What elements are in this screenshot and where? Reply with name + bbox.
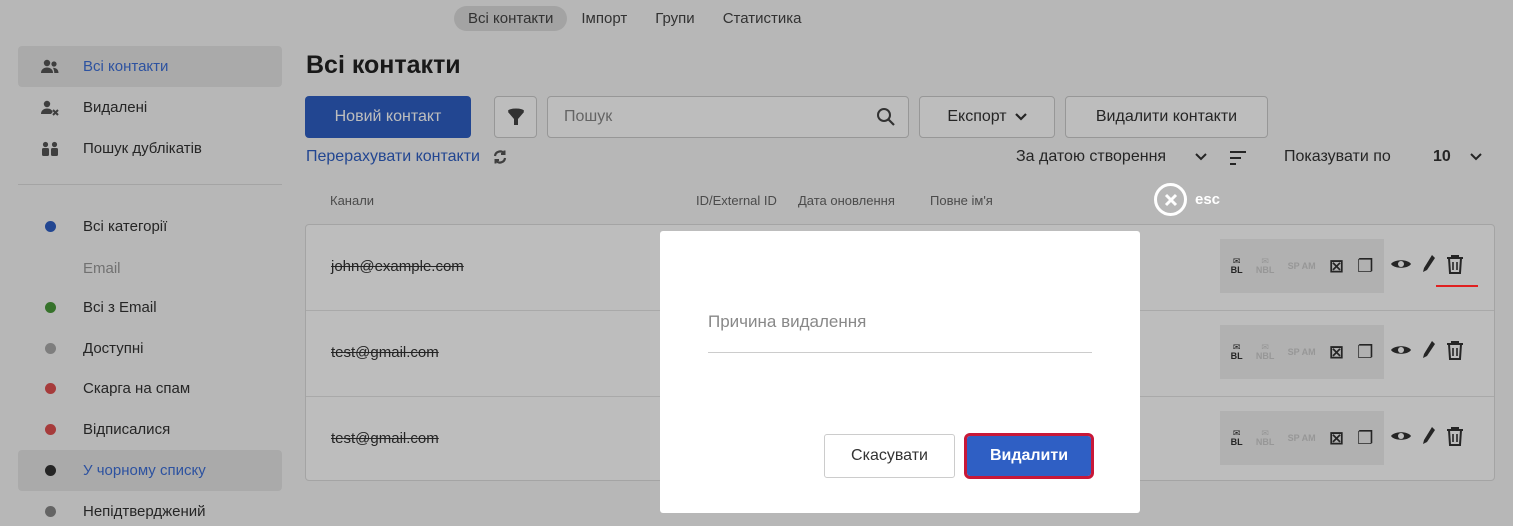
cancel-button[interactable]: Скасувати [824,434,955,478]
delete-reason-dialog: Скасувати Видалити [660,231,1140,513]
deletion-reason-input[interactable] [708,291,1092,353]
close-modal-button[interactable]: esc [1154,183,1220,216]
confirm-delete-button[interactable]: Видалити [964,433,1094,479]
close-icon [1154,183,1187,216]
trash-highlight-underline [1436,285,1478,287]
esc-label: esc [1195,191,1221,208]
